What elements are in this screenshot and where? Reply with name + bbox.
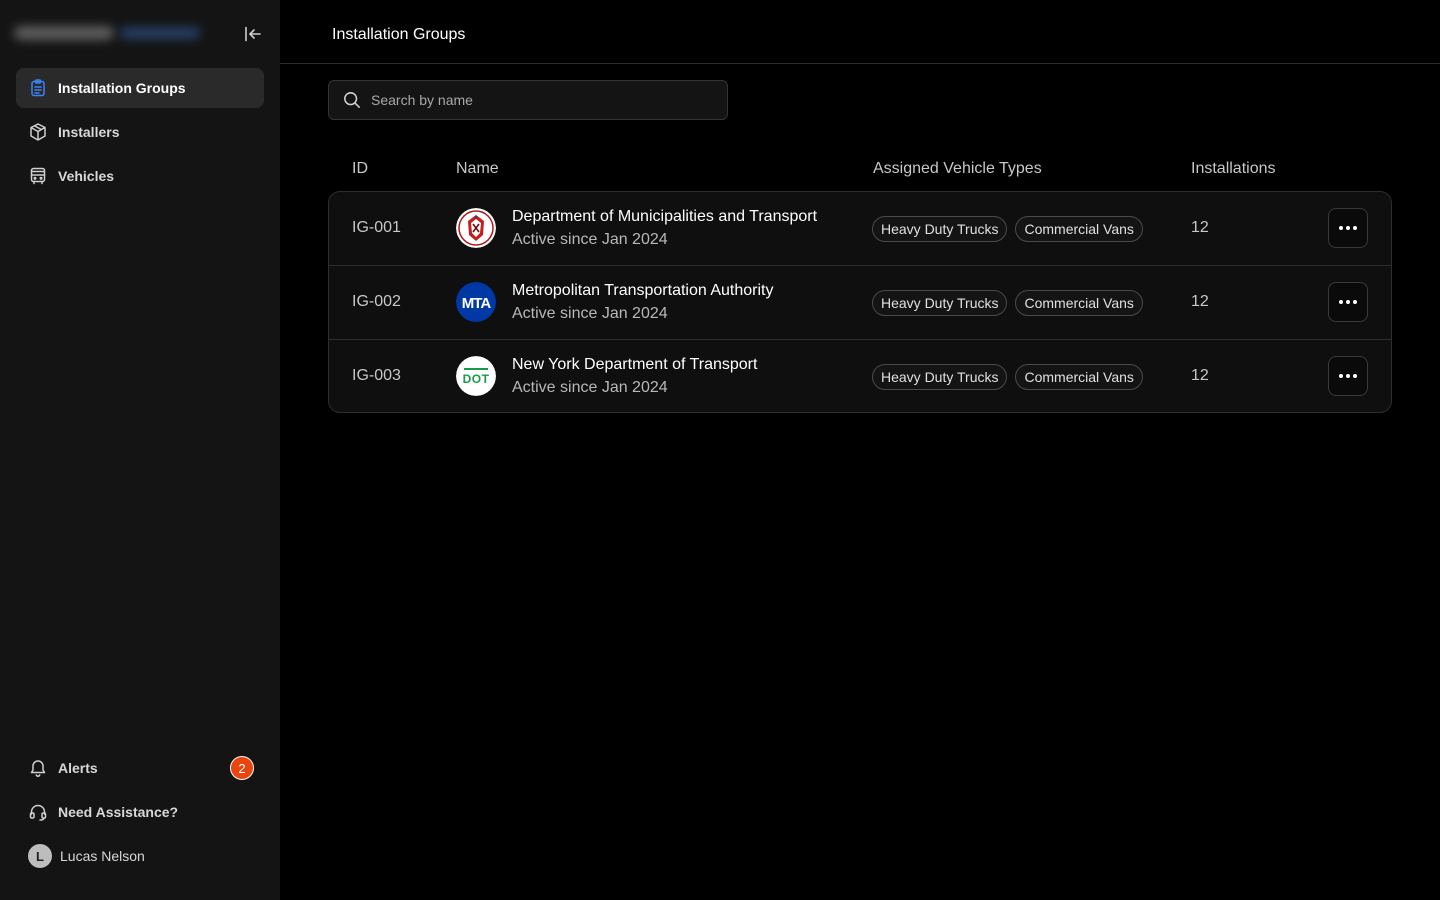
mta-logo: MTA: [456, 282, 496, 322]
brand-logo: [14, 22, 200, 44]
vehicle-type-tag: Commercial Vans: [1015, 290, 1143, 316]
group-name[interactable]: New York Department of Transport: [512, 355, 757, 375]
group-name[interactable]: Department of Municipalities and Transpo…: [512, 207, 817, 227]
vehicle-type-tag: Commercial Vans: [1015, 364, 1143, 390]
active-since: Active since Jan 2024: [512, 379, 668, 396]
bus-icon: [28, 166, 48, 186]
sidebar-item-installation-groups[interactable]: Installation Groups: [16, 68, 264, 108]
column-header-installations[interactable]: Installations: [1191, 160, 1276, 178]
row-actions-button[interactable]: [1328, 282, 1368, 322]
main-content: Installation Groups ID Name Assigned Veh…: [280, 0, 1440, 900]
headset-icon: [28, 802, 48, 822]
table-row[interactable]: IG-001 Department of Municipalities and …: [329, 192, 1391, 266]
more-horizontal-icon: [1339, 226, 1357, 230]
search-box: [328, 80, 728, 120]
vehicle-type-tags: Heavy Duty Trucks Commercial Vans: [872, 216, 1143, 242]
sidebar-item-label: Need Assistance?: [58, 804, 179, 820]
vehicle-type-tag: Commercial Vans: [1015, 216, 1143, 242]
page-title: Installation Groups: [332, 26, 466, 43]
active-since: Active since Jan 2024: [512, 305, 668, 322]
installations-count: 12: [1191, 293, 1209, 310]
dmt-logo: [456, 208, 496, 248]
column-header-id[interactable]: ID: [352, 160, 368, 178]
group-name[interactable]: Metropolitan Transportation Authority: [512, 281, 773, 301]
active-since: Active since Jan 2024: [512, 231, 668, 248]
svg-text:MTA: MTA: [462, 295, 492, 312]
row-actions-button[interactable]: [1328, 208, 1368, 248]
collapse-left-icon: [245, 26, 261, 42]
nyc-dot-logo: DOT: [456, 356, 496, 396]
sidebar-item-label: Installation Groups: [58, 80, 186, 96]
avatar: L: [28, 844, 52, 868]
sidebar-item-label: Vehicles: [58, 168, 115, 184]
sidebar-bottom: Alerts 2 Need Assistance? L Lucas Nelson: [16, 748, 264, 876]
vehicle-type-tag: Heavy Duty Trucks: [872, 364, 1008, 390]
more-horizontal-icon: [1339, 300, 1357, 304]
row-id: IG-001: [352, 219, 401, 236]
sidebar-item-label: Installers: [58, 124, 120, 140]
installation-groups-table: IG-001 Department of Municipalities and …: [328, 191, 1392, 413]
user-name: Lucas Nelson: [60, 848, 145, 864]
search-input[interactable]: [371, 92, 691, 108]
column-header-name[interactable]: Name: [456, 160, 499, 178]
sidebar: Installation Groups Installers Vehicles …: [0, 0, 280, 900]
vehicle-type-tags: Heavy Duty Trucks Commercial Vans: [872, 364, 1143, 390]
alerts-count-badge: 2: [230, 756, 254, 780]
table-row[interactable]: IG-002 MTA Metropolitan Transportation A…: [329, 266, 1391, 340]
installations-count: 12: [1191, 367, 1209, 384]
vehicle-type-tags: Heavy Duty Trucks Commercial Vans: [872, 290, 1143, 316]
sidebar-item-need-assistance[interactable]: Need Assistance?: [16, 792, 264, 832]
row-actions-button[interactable]: [1328, 356, 1368, 396]
svg-text:DOT: DOT: [463, 372, 490, 386]
collapse-sidebar-button[interactable]: [242, 23, 264, 45]
sidebar-item-label: Alerts: [58, 760, 98, 776]
box-icon: [28, 122, 48, 142]
row-id: IG-003: [352, 367, 401, 384]
bell-icon: [28, 758, 48, 778]
table-header: ID Name Assigned Vehicle Types Installat…: [328, 158, 1392, 182]
user-profile[interactable]: L Lucas Nelson: [16, 836, 264, 876]
vehicle-type-tag: Heavy Duty Trucks: [872, 216, 1008, 242]
installations-count: 12: [1191, 219, 1209, 236]
sidebar-item-alerts[interactable]: Alerts 2: [16, 748, 264, 788]
more-horizontal-icon: [1339, 374, 1357, 378]
clipboard-icon: [28, 78, 48, 98]
top-bar: Installation Groups: [280, 0, 1440, 64]
column-header-vehicle-types[interactable]: Assigned Vehicle Types: [873, 160, 1042, 178]
sidebar-item-installers[interactable]: Installers: [16, 112, 264, 152]
search-icon: [344, 92, 360, 108]
sidebar-nav: Installation Groups Installers Vehicles: [16, 68, 264, 200]
row-id: IG-002: [352, 293, 401, 310]
table-row[interactable]: IG-003 DOT New York Department of Transp…: [329, 340, 1391, 412]
sidebar-item-vehicles[interactable]: Vehicles: [16, 156, 264, 196]
vehicle-type-tag: Heavy Duty Trucks: [872, 290, 1008, 316]
